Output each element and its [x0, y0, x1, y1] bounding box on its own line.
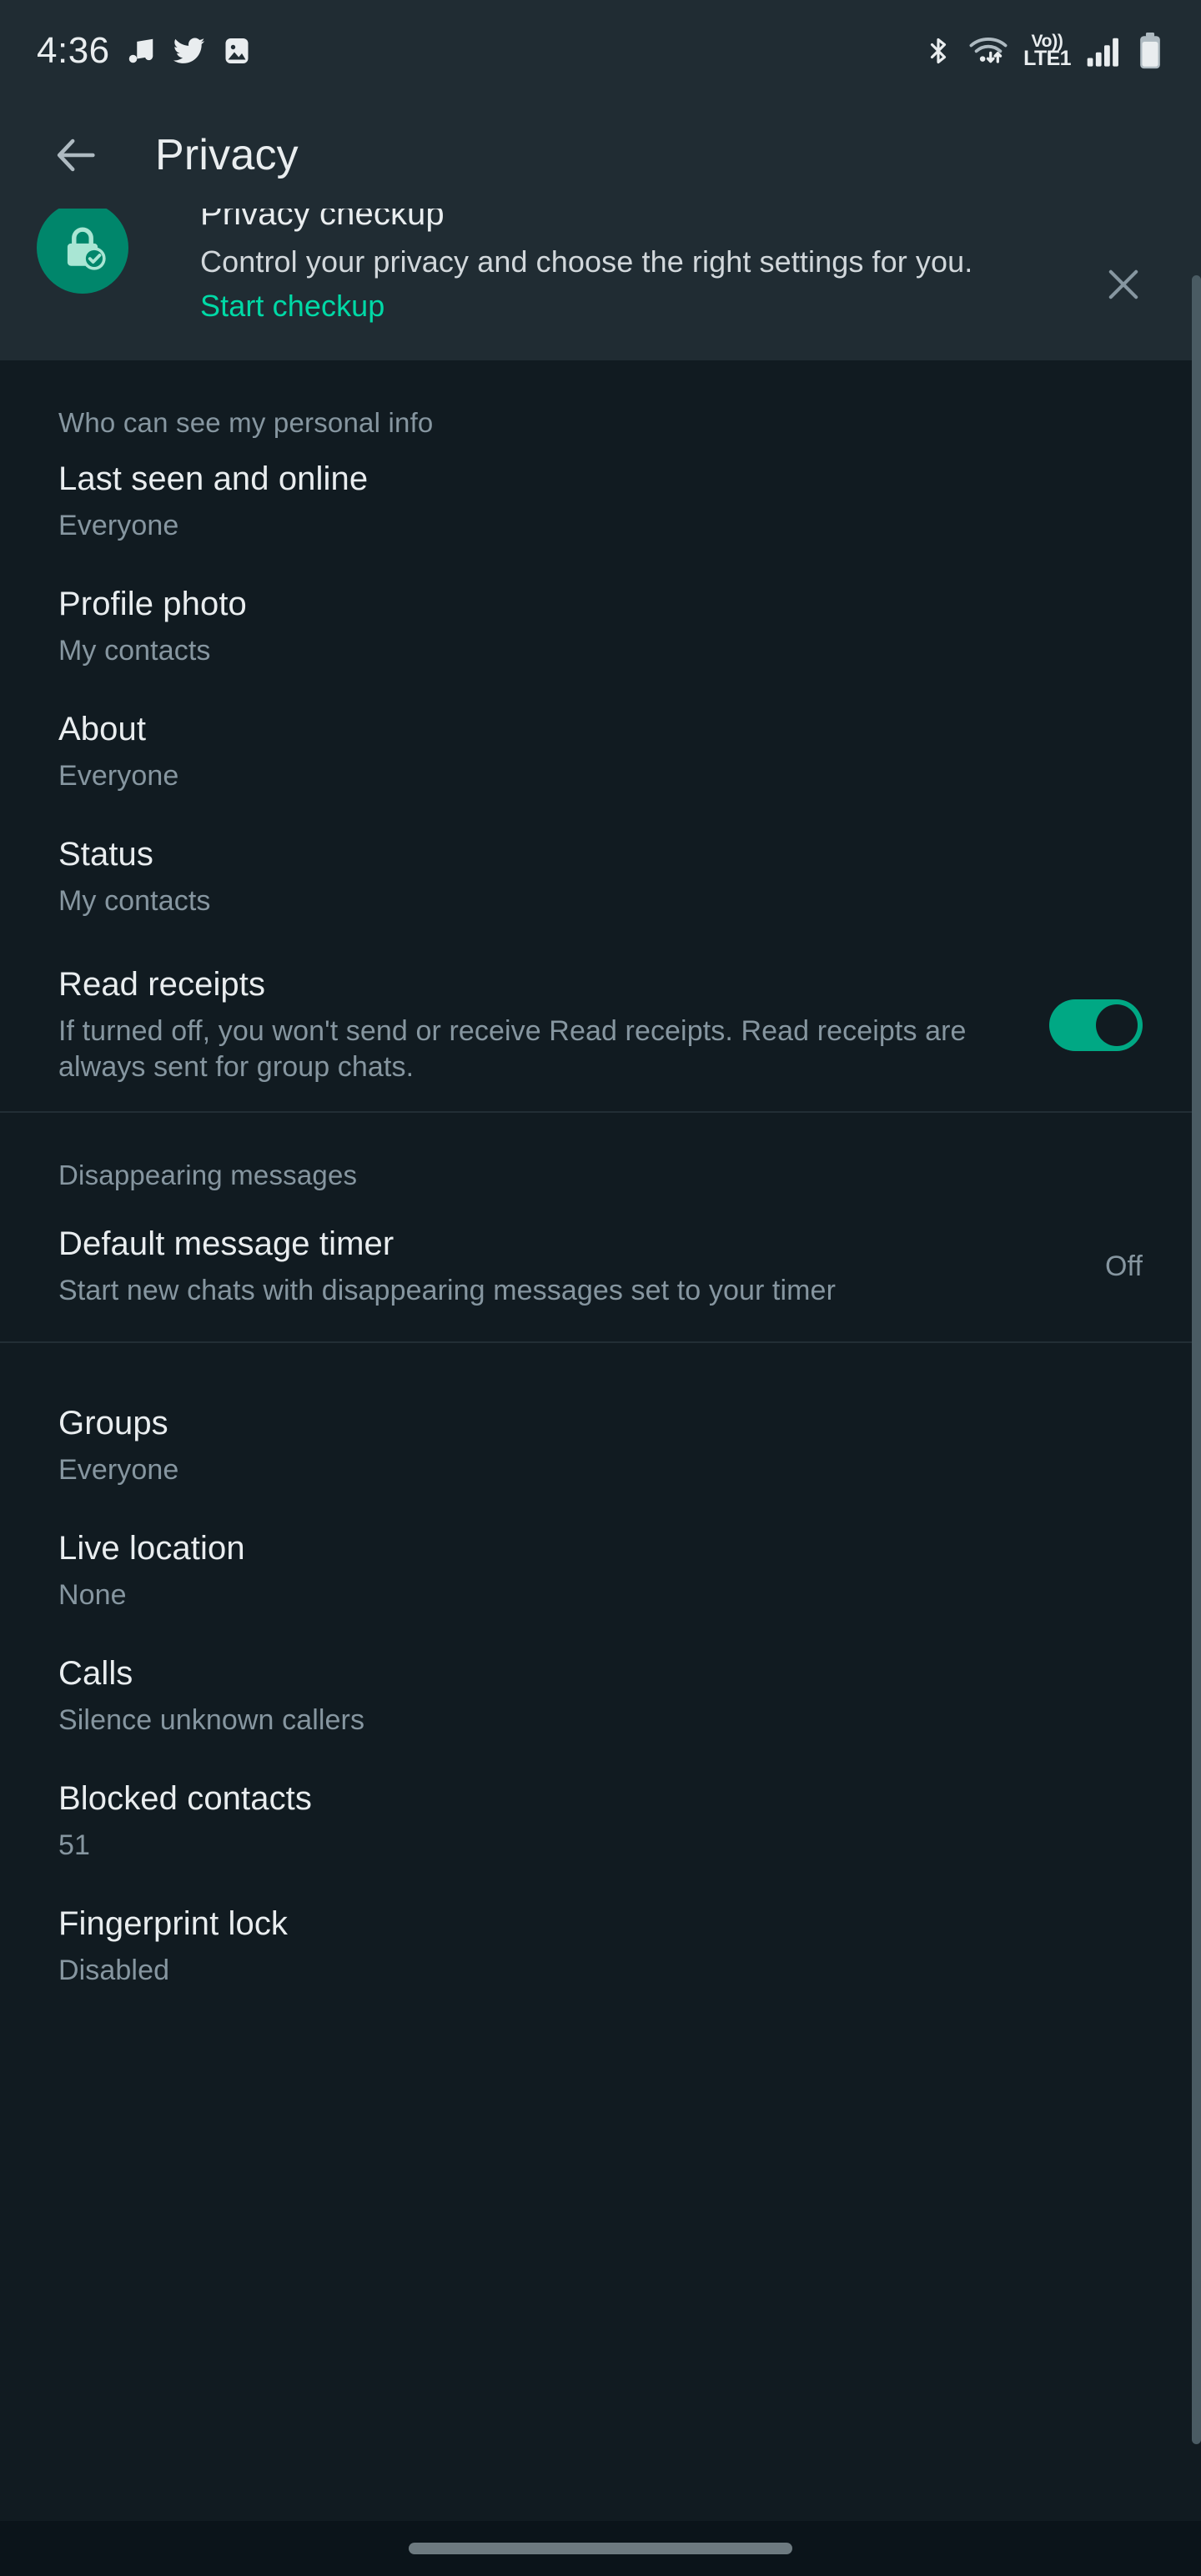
list-item-live-location[interactable]: Live location None: [0, 1508, 1201, 1633]
image-icon: [222, 34, 252, 68]
banner-text-block: Privacy checkup Control your privacy and…: [200, 209, 1051, 324]
banner-title: Privacy checkup: [200, 209, 445, 232]
list-item-status[interactable]: Status My contacts: [0, 814, 1201, 939]
default-timer-value: Off: [1104, 1250, 1143, 1282]
bluetooth-icon: [923, 33, 953, 68]
list-item-fingerprint-lock[interactable]: Fingerprint lock Disabled: [0, 1884, 1201, 2009]
banner-close-button[interactable]: [1094, 255, 1153, 314]
list-item-title: Last seen and online: [58, 460, 369, 497]
back-button[interactable]: [50, 128, 103, 182]
list-item-subtitle: Silence unknown callers: [58, 1703, 365, 1736]
section-header-disappearing-messages: Disappearing messages: [58, 1160, 358, 1190]
section-header-personal-info: Who can see my personal info: [58, 407, 434, 438]
list-item-default-message-timer[interactable]: Default message timer Start new chats wi…: [0, 1191, 1201, 1341]
navigation-bar: [0, 2521, 1201, 2576]
status-bar-left: 4:36: [37, 33, 252, 69]
list-item-subtitle: Everyone: [58, 759, 179, 792]
banner-description: Control your privacy and choose the righ…: [200, 244, 973, 279]
privacy-settings-list: Who can see my personal info Last seen a…: [0, 360, 1201, 2521]
section-personal-info: Who can see my personal info Last seen a…: [0, 360, 1201, 1111]
start-checkup-link[interactable]: Start checkup: [200, 289, 1051, 324]
app-bar: Privacy: [0, 102, 1201, 209]
list-item-subtitle: Start new chats with disappearing messag…: [58, 1274, 836, 1306]
close-icon: [1108, 269, 1138, 299]
list-item-title: Fingerprint lock: [58, 1904, 289, 1942]
list-item-title: Profile photo: [58, 585, 247, 622]
vertical-scrollbar[interactable]: [1192, 275, 1201, 2444]
volte-icon: Vo)) LTE1: [1023, 31, 1071, 71]
phone-screen: 4:36 Vo)) LTE1 Privacy Privacy checkup C…: [0, 0, 1201, 2576]
signal-bars-icon: [1086, 33, 1123, 68]
list-item-title: Groups: [58, 1404, 168, 1441]
list-item-title: About: [58, 710, 147, 747]
list-item-title: Status: [58, 835, 153, 873]
read-receipts-toggle[interactable]: [1049, 999, 1143, 1051]
list-item-subtitle: Everyone: [58, 509, 179, 541]
privacy-checkup-banner[interactable]: Privacy checkup Control your privacy and…: [0, 209, 1201, 360]
status-bar-clock: 4:36: [37, 30, 110, 71]
lock-check-icon: [37, 209, 128, 294]
list-item-last-seen[interactable]: Last seen and online Everyone: [0, 439, 1201, 564]
battery-icon: [1138, 33, 1163, 69]
home-gesture-pill[interactable]: [409, 2543, 792, 2554]
list-item-subtitle: My contacts: [58, 634, 211, 667]
list-item-subtitle: If turned off, you won't send or receive…: [58, 1014, 967, 1084]
list-item-groups[interactable]: Groups Everyone: [0, 1383, 1201, 1508]
section-disappearing-messages: Disappearing messages Default message ti…: [0, 1113, 1201, 1341]
list-item-title: Calls: [58, 1654, 133, 1692]
list-item-about[interactable]: About Everyone: [0, 689, 1201, 814]
music-note-icon: [125, 34, 157, 68]
back-arrow-icon: [57, 138, 95, 172]
wifi-icon: [968, 33, 1008, 68]
list-item-title: Read receipts: [58, 966, 266, 1004]
list-item-title: Live location: [58, 1529, 245, 1567]
status-bar: 4:36 Vo)) LTE1: [0, 0, 1201, 102]
list-item-title: Default message timer: [58, 1225, 394, 1262]
section-other-privacy: Groups Everyone Live location None Calls…: [0, 1343, 1201, 2009]
toggle-knob: [1096, 1004, 1138, 1046]
list-item-blocked-contacts[interactable]: Blocked contacts 51: [0, 1758, 1201, 1884]
list-item-subtitle: Everyone: [58, 1453, 179, 1486]
list-item-calls[interactable]: Calls Silence unknown callers: [0, 1633, 1201, 1758]
list-item-subtitle: My contacts: [58, 884, 211, 917]
list-item-subtitle: 51: [58, 1829, 91, 1861]
list-item-profile-photo[interactable]: Profile photo My contacts: [0, 564, 1201, 689]
page-title: Privacy: [155, 131, 299, 179]
list-item-subtitle: None: [58, 1578, 127, 1611]
list-item-subtitle: Disabled: [58, 1954, 170, 1986]
twitter-icon: [172, 34, 207, 68]
status-bar-right: Vo)) LTE1: [923, 33, 1163, 69]
list-item-title: Blocked contacts: [58, 1779, 312, 1817]
list-item-read-receipts[interactable]: Read receipts If turned off, you won't s…: [0, 939, 1201, 1111]
